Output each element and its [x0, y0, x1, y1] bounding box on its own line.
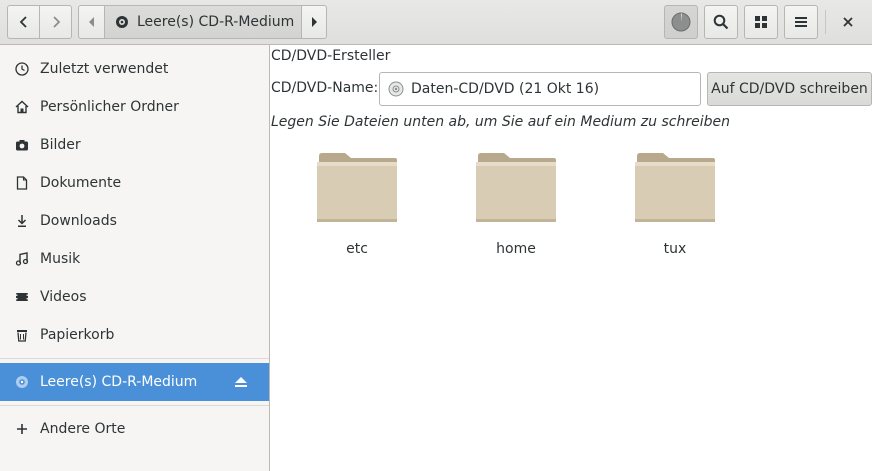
close-icon [843, 17, 853, 27]
chevron-right-icon [52, 16, 60, 28]
header-bar: Leere(s) CD-R-Medium [0, 0, 872, 45]
back-button[interactable] [7, 5, 40, 39]
file-item[interactable]: etc [297, 142, 417, 262]
sidebar-item-pictures[interactable]: Bilder [0, 126, 269, 164]
triangle-right-icon [312, 17, 317, 27]
sidebar-item-label: Musik [40, 251, 81, 267]
clock-icon [14, 61, 30, 77]
path-bar-label: Leere(s) CD-R-Medium [137, 14, 295, 30]
disc-name-label: CD/DVD-Name: [271, 80, 379, 96]
optical-disc-icon [116, 16, 128, 28]
music-icon [14, 251, 30, 267]
progress-pie-icon [671, 12, 691, 32]
triangle-left-icon [88, 17, 94, 27]
sidebar-item-recent[interactable]: Zuletzt verwendet [0, 50, 269, 88]
menu-button[interactable] [784, 5, 818, 39]
forward-button[interactable] [39, 5, 72, 39]
sidebar-item-trash[interactable]: Papierkorb [0, 316, 269, 354]
folder-icon [476, 153, 556, 222]
sidebar-item-label: Dokumente [40, 175, 122, 191]
sidebar-item-videos[interactable]: Videos [0, 278, 269, 316]
sidebar-item-other-locations[interactable]: Andere Orte [0, 410, 269, 448]
operations-button[interactable] [664, 5, 698, 39]
search-icon [713, 14, 729, 30]
folder-icon [635, 153, 715, 222]
file-name: tux [663, 241, 687, 257]
sidebar-separator [0, 358, 269, 359]
sidebar-item-label: Andere Orte [40, 421, 126, 437]
path-scroll-left-button[interactable] [78, 5, 105, 39]
header-separator [825, 10, 826, 34]
sidebar-item-label: Videos [40, 289, 87, 305]
sidebar-item-label: Leere(s) CD-R-Medium [40, 374, 198, 390]
eject-icon[interactable] [233, 374, 249, 390]
burner-hint: Legen Sie Dateien unten ab, um Sie auf e… [271, 114, 730, 130]
burner-name-row: CD/DVD-Name: Daten-CD/DVD (21 Okt 16) Au… [271, 72, 872, 106]
trash-icon [14, 327, 30, 343]
sidebar-item-music[interactable]: Musik [0, 240, 269, 278]
download-icon [14, 213, 30, 229]
burn-to-disc-button[interactable]: Auf CD/DVD schreiben [707, 72, 872, 106]
sidebar-item-label: Papierkorb [40, 327, 115, 343]
close-window-button[interactable] [832, 5, 864, 39]
file-name: etc [346, 241, 368, 257]
sidebar: Zuletzt verwendet Persönlicher Ordner Bi… [0, 45, 270, 471]
disc-name-value: Daten-CD/DVD (21 Okt 16) [411, 81, 600, 97]
sidebar-item-downloads[interactable]: Downloads [0, 202, 269, 240]
optical-disc-icon [14, 374, 30, 390]
view-mode-button[interactable] [744, 5, 778, 39]
camera-icon [14, 137, 30, 153]
file-item[interactable]: tux [615, 142, 735, 262]
file-item[interactable]: home [456, 142, 576, 262]
burner-title: CD/DVD-Ersteller [271, 48, 391, 64]
home-icon [14, 99, 30, 115]
path-bar-current[interactable]: Leere(s) CD-R-Medium [104, 5, 302, 39]
file-name: home [496, 241, 536, 257]
sidebar-item-label: Bilder [40, 137, 81, 153]
hamburger-menu-icon [795, 17, 807, 27]
optical-disc-icon [388, 81, 404, 97]
sidebar-item-home[interactable]: Persönlicher Ordner [0, 88, 269, 126]
document-icon [14, 175, 30, 191]
search-button[interactable] [704, 5, 738, 39]
plus-icon [14, 421, 30, 437]
sidebar-item-label: Downloads [40, 213, 117, 229]
chevron-left-icon [19, 16, 27, 28]
sidebar-item-label: Zuletzt verwendet [40, 61, 169, 77]
main-content: CD/DVD-Ersteller CD/DVD-Name: Daten-CD/D… [271, 45, 872, 471]
sidebar-item-cd-medium[interactable]: Leere(s) CD-R-Medium [0, 363, 269, 401]
folder-icon [317, 153, 397, 222]
video-icon [14, 289, 30, 305]
sidebar-separator [0, 405, 269, 406]
disc-name-input[interactable]: Daten-CD/DVD (21 Okt 16) [379, 72, 701, 106]
sidebar-item-documents[interactable]: Dokumente [0, 164, 269, 202]
file-manager-window: Leere(s) CD-R-Medium Zuletzt verwendet P… [0, 0, 872, 471]
grid-icon [755, 16, 767, 28]
sidebar-item-label: Persönlicher Ordner [40, 99, 179, 115]
path-scroll-right-button[interactable] [301, 5, 327, 39]
